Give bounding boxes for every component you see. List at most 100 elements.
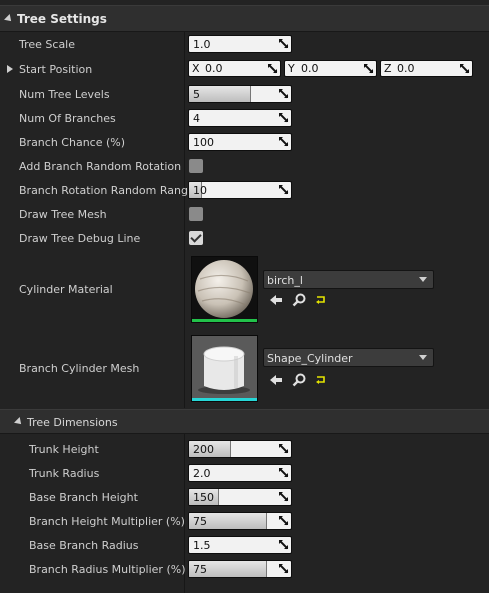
axis-y-label: Y [288, 62, 295, 75]
branch-height-multiplier-value: 75 [193, 515, 207, 528]
magnifier-icon[interactable] [291, 292, 307, 308]
base-branch-radius-field[interactable]: 1.5 [188, 536, 292, 554]
resize-arrows-icon [268, 64, 278, 74]
resize-arrows-icon [279, 468, 289, 478]
resize-arrows-icon [279, 492, 289, 502]
add-branch-random-rotation-label: Add Branch Random Rotation [19, 160, 182, 173]
cylinder-material-combo[interactable]: birch_l [263, 270, 434, 289]
tree-scale-field[interactable]: 1.0 [188, 35, 292, 53]
resize-arrows-icon [279, 39, 289, 49]
trunk-radius-field[interactable]: 2.0 [188, 464, 292, 482]
resize-arrows-icon [460, 64, 470, 74]
arrow-left-icon[interactable] [268, 372, 284, 388]
resize-arrows-icon [279, 137, 289, 147]
start-position-z-value: 0.0 [397, 62, 415, 75]
row-branch-chance: Branch Chance (%) 100 [0, 130, 489, 154]
resize-arrows-icon [279, 516, 289, 526]
branch-height-multiplier-label: Branch Height Multiplier (%) [29, 515, 185, 528]
resize-arrows-icon [279, 89, 289, 99]
row-num-of-branches: Num Of Branches 4 [0, 106, 489, 130]
row-base-branch-height: Base Branch Height 150 [0, 485, 489, 509]
resize-arrows-icon [279, 564, 289, 574]
add-branch-random-rotation-checkbox[interactable] [189, 159, 203, 173]
row-cylinder-material: Cylinder Material birch_l [0, 252, 489, 330]
tree-dimensions-header[interactable]: Tree Dimensions [0, 409, 489, 434]
section-title: Tree Dimensions [27, 416, 118, 429]
base-branch-radius-label: Base Branch Radius [29, 539, 139, 552]
base-branch-height-field[interactable]: 150 [188, 488, 292, 506]
row-branch-cylinder-mesh: Branch Cylinder Mesh Shape_Cylinder [0, 331, 489, 409]
branch-rotation-random-range-field[interactable]: 10 [188, 181, 292, 199]
trunk-height-value: 200 [193, 443, 214, 456]
start-position-z-field[interactable]: Z 0.0 [380, 60, 473, 77]
chevron-down-icon [419, 355, 427, 360]
draw-tree-debug-line-label: Draw Tree Debug Line [19, 232, 141, 245]
resize-arrows-icon [364, 64, 374, 74]
trunk-height-field[interactable]: 200 [188, 440, 292, 458]
branch-radius-multiplier-label: Branch Radius Multiplier (%) [29, 563, 186, 576]
tree-scale-value: 1.0 [193, 38, 211, 51]
branch-rotation-random-range-label: Branch Rotation Random Range [19, 184, 195, 197]
branch-chance-label: Branch Chance (%) [19, 136, 126, 149]
num-of-branches-field[interactable]: 4 [188, 109, 292, 127]
row-draw-tree-debug-line: Draw Tree Debug Line [0, 226, 489, 250]
trunk-radius-label: Trunk Radius [29, 467, 100, 480]
base-branch-radius-value: 1.5 [193, 539, 211, 552]
row-num-tree-levels: Num Tree Levels 5 [0, 82, 489, 106]
branch-radius-multiplier-field[interactable]: 75 [188, 560, 292, 578]
row-branch-radius-multiplier: Branch Radius Multiplier (%) 75 [0, 557, 489, 581]
mesh-thumbnail[interactable] [191, 335, 258, 402]
branch-height-multiplier-field[interactable]: 75 [188, 512, 292, 530]
chevron-down-icon [419, 277, 427, 282]
collapse-arrow-icon[interactable] [14, 417, 24, 427]
cylinder-preview-image [192, 336, 257, 398]
start-position-label: Start Position [19, 63, 93, 76]
material-thumbnail[interactable] [191, 256, 258, 323]
branch-radius-multiplier-value: 75 [193, 563, 207, 576]
trunk-height-label: Trunk Height [29, 443, 99, 456]
draw-tree-mesh-checkbox[interactable] [189, 207, 203, 221]
trunk-radius-value: 2.0 [193, 467, 211, 480]
resize-arrows-icon [279, 113, 289, 123]
branch-cylinder-mesh-combo[interactable]: Shape_Cylinder [263, 348, 434, 367]
sphere-preview-image [195, 260, 253, 318]
draw-tree-debug-line-checkbox[interactable] [189, 231, 203, 245]
reset-arrow-icon[interactable] [313, 292, 329, 308]
cylinder-material-label: Cylinder Material [19, 283, 113, 296]
row-draw-tree-mesh: Draw Tree Mesh [0, 202, 489, 226]
branch-chance-value: 100 [193, 136, 214, 149]
axis-x-label: X [192, 62, 200, 75]
num-of-branches-label: Num Of Branches [19, 112, 116, 125]
branch-chance-field[interactable]: 100 [188, 133, 292, 151]
branch-cylinder-mesh-label: Branch Cylinder Mesh [19, 362, 140, 375]
magnifier-icon[interactable] [291, 372, 307, 388]
row-trunk-height: Trunk Height 200 [0, 437, 489, 461]
tree-settings-header[interactable]: Tree Settings [0, 5, 489, 32]
row-tree-scale: Tree Scale 1.0 [0, 32, 489, 56]
section-title: Tree Settings [17, 12, 107, 26]
arrow-left-icon[interactable] [268, 292, 284, 308]
num-tree-levels-value: 5 [193, 88, 200, 101]
asset-type-bar [192, 319, 257, 322]
resize-arrows-icon [279, 444, 289, 454]
row-add-branch-random-rotation: Add Branch Random Rotation [0, 154, 489, 178]
asset-type-bar [192, 398, 257, 401]
row-branch-height-multiplier: Branch Height Multiplier (%) 75 [0, 509, 489, 533]
collapse-arrow-icon[interactable] [4, 14, 14, 24]
axis-z-label: Z [384, 62, 392, 75]
num-of-branches-value: 4 [193, 112, 200, 125]
branch-cylinder-mesh-value: Shape_Cylinder [267, 352, 353, 365]
num-tree-levels-label: Num Tree Levels [19, 88, 110, 101]
row-start-position: Start Position X 0.0 Y 0.0 Z 0.0 [0, 57, 489, 81]
row-branch-rotation-random-range: Branch Rotation Random Range 10 [0, 178, 489, 202]
start-position-x-field[interactable]: X 0.0 [188, 60, 281, 77]
start-position-y-value: 0.0 [301, 62, 319, 75]
base-branch-height-label: Base Branch Height [29, 491, 138, 504]
expand-arrow-icon[interactable] [7, 65, 13, 73]
reset-arrow-icon[interactable] [313, 372, 329, 388]
resize-arrows-icon [279, 540, 289, 550]
cylinder-material-value: birch_l [267, 274, 303, 287]
start-position-y-field[interactable]: Y 0.0 [284, 60, 377, 77]
num-tree-levels-field[interactable]: 5 [188, 85, 292, 103]
base-branch-height-value: 150 [193, 491, 214, 504]
